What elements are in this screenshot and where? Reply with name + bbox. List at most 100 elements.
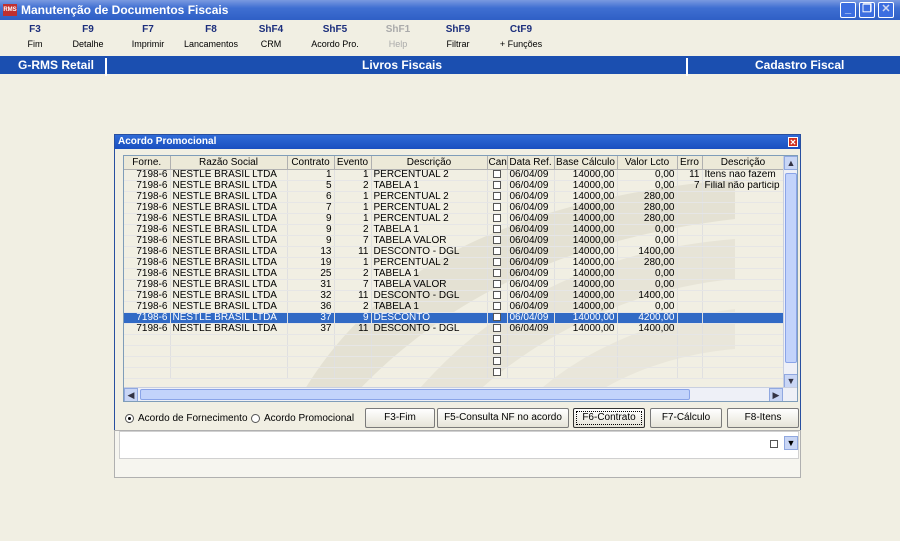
table-row[interactable]: 7198-6 NESTLE BRASIL LTDA 6 1 PERCENTUAL 2 06… <box>124 191 785 203</box>
checkbox-icon[interactable] <box>770 440 778 448</box>
table-cell <box>287 334 335 346</box>
checkbox-icon[interactable] <box>493 312 501 321</box>
vertical-scroll-thumb[interactable] <box>785 173 797 363</box>
table-cell: 2 <box>334 268 372 280</box>
checkbox-icon[interactable] <box>493 257 501 266</box>
toolbar-button-shf4[interactable]: ShF4 CRM <box>241 24 301 49</box>
radio-acordo-promocional[interactable]: Acordo Promocional <box>251 413 354 424</box>
checkbox-icon[interactable] <box>493 301 501 310</box>
checkbox-icon[interactable] <box>493 191 501 200</box>
table-cell: 7198-6 <box>124 312 171 324</box>
checkbox-icon[interactable] <box>493 279 501 288</box>
scroll-up-icon[interactable]: ▲ <box>784 156 797 170</box>
table-row[interactable]: 7198-6 NESTLE BRASIL LTDA 5 2 TABELA 1 06/04/… <box>124 180 785 192</box>
table-cell: 14000,00 <box>554 268 618 280</box>
table-cell: 7198-6 <box>124 169 171 181</box>
dialog-body: Forne. Razão Social Contrato Evento Descriçã… <box>115 149 800 430</box>
column-header[interactable]: Descrição <box>371 156 488 170</box>
toolbar-button-shf5[interactable]: ShF5 Acordo Pro. <box>305 24 365 49</box>
toolbar-key: F8 <box>205 24 217 35</box>
table-row[interactable]: 7198-6 NESTLE BRASIL LTDA 25 2 TABELA 1 06/04… <box>124 268 785 280</box>
checkbox-icon[interactable] <box>493 334 501 343</box>
table-cell <box>702 246 785 258</box>
column-header[interactable]: Can <box>487 156 508 170</box>
toolbar-button-f8[interactable]: F8 Lancamentos <box>181 24 241 49</box>
dialog-title: Acordo Promocional <box>118 136 217 147</box>
dialog-close-icon[interactable]: ✕ <box>788 137 798 147</box>
column-header[interactable]: Data Ref. <box>507 156 555 170</box>
scroll-down-icon[interactable]: ▼ <box>784 436 798 450</box>
column-header[interactable]: Base Cálculo <box>554 156 618 170</box>
table-row[interactable]: 7198-6 NESTLE BRASIL LTDA 37 9 DESCONTO 06/04… <box>124 312 785 324</box>
column-header[interactable]: Forne. <box>124 156 171 170</box>
table-row[interactable]: 7198-6 NESTLE BRASIL LTDA 31 7 TABELA VALOR 0… <box>124 279 785 291</box>
radio-unchecked-icon[interactable] <box>251 414 260 423</box>
column-header[interactable]: Contrato <box>287 156 335 170</box>
table-row[interactable]: 7198-6 NESTLE BRASIL LTDA 7 1 PERCENTUAL 2 06… <box>124 202 785 214</box>
table-cell: DESCONTO <box>371 312 488 324</box>
table-cell: 19 <box>287 257 335 269</box>
table-row[interactable]: 7198-6 NESTLE BRASIL LTDA 1 1 PERCENTUAL 2 06… <box>124 169 785 181</box>
table-row[interactable]: 7198-6 NESTLE BRASIL LTDA 32 11 DESCONTO - D… <box>124 290 785 302</box>
restore-icon[interactable]: ❐ <box>859 2 875 18</box>
checkbox-icon[interactable] <box>493 345 501 354</box>
column-header[interactable]: Razão Social <box>170 156 288 170</box>
checkbox-icon[interactable] <box>493 213 501 222</box>
table-row[interactable]: 7198-6 NESTLE BRASIL LTDA 19 1 PERCENTUAL 2 0… <box>124 257 785 269</box>
toolbar-label: Imprimir <box>131 39 165 49</box>
scroll-right-icon[interactable]: ▶ <box>769 388 783 401</box>
checkbox-icon[interactable] <box>493 356 501 365</box>
toolbar-button-f7[interactable]: F7 Imprimir <box>118 24 178 49</box>
acordo-table[interactable]: Forne. Razão Social Contrato Evento Descriçã… <box>123 155 798 402</box>
radio-checked-icon[interactable] <box>125 414 134 423</box>
table-cell: 37 <box>287 323 335 335</box>
column-header[interactable]: Erro <box>677 156 703 170</box>
vertical-scrollbar[interactable]: ▲ ▼ <box>783 156 797 388</box>
checkbox-icon[interactable] <box>493 202 501 211</box>
toolbar-button-ctf9[interactable]: CtF9 + Funções <box>491 24 551 49</box>
checkbox-icon[interactable] <box>493 268 501 277</box>
toolbar-button-f9[interactable]: F9 Detalhe <box>58 24 118 49</box>
table-row[interactable]: 7198-6 NESTLE BRASIL LTDA 9 7 TABELA VALOR 06… <box>124 235 785 247</box>
table-row[interactable]: 7198-6 NESTLE BRASIL LTDA 13 11 DESCONTO - D… <box>124 246 785 258</box>
close-icon[interactable]: ✕ <box>878 2 894 18</box>
scroll-down-icon[interactable]: ▼ <box>784 374 797 388</box>
horizontal-scroll-thumb[interactable] <box>140 389 690 400</box>
table-cell-can <box>487 191 508 203</box>
checkbox-icon[interactable] <box>493 224 501 233</box>
table-cell: NESTLE BRASIL LTDA <box>170 213 288 225</box>
table-cell <box>617 334 678 346</box>
table-row[interactable]: 7198-6 NESTLE BRASIL LTDA 37 11 DESCONTO - D… <box>124 323 785 335</box>
radio-acordo-fornecimento[interactable]: Acordo de Fornecimento <box>125 413 248 424</box>
checkbox-icon[interactable] <box>493 246 501 255</box>
table-cell <box>677 202 703 214</box>
checkbox-icon[interactable] <box>493 367 501 376</box>
toolbar-button-shf1[interactable]: ShF1 Help <box>368 24 428 49</box>
f3-fim-button[interactable]: F3-Fim <box>365 408 435 428</box>
scroll-left-icon[interactable]: ◀ <box>124 388 138 401</box>
f8-itens-button[interactable]: F8-Itens <box>727 408 799 428</box>
table-cell: 14000,00 <box>554 191 618 203</box>
toolbar-button-shf9[interactable]: ShF9 Filtrar <box>428 24 488 49</box>
checkbox-icon[interactable] <box>493 323 501 332</box>
checkbox-icon[interactable] <box>493 235 501 244</box>
f5-consulta-nf-button[interactable]: F5-Consulta NF no acordo <box>437 408 569 428</box>
table-row[interactable]: 7198-6 NESTLE BRASIL LTDA 9 1 PERCENTUAL 2 06… <box>124 213 785 225</box>
table-cell: 7198-6 <box>124 268 171 280</box>
column-header[interactable]: Valor Lcto <box>617 156 678 170</box>
checkbox-icon[interactable] <box>493 180 501 189</box>
toolbar-label: Help <box>388 39 408 49</box>
checkbox-icon[interactable] <box>493 290 501 299</box>
table-cell <box>702 213 785 225</box>
column-header[interactable]: Evento <box>334 156 372 170</box>
f7-calculo-button[interactable]: F7-Cálculo <box>650 408 722 428</box>
toolbar-label: Lancamentos <box>183 39 239 49</box>
column-header[interactable]: Descrição <box>702 156 785 170</box>
checkbox-icon[interactable] <box>493 169 501 178</box>
horizontal-scrollbar[interactable]: ◀ ▶ <box>124 387 797 401</box>
table-row[interactable]: 7198-6 NESTLE BRASIL LTDA 9 2 TABELA 1 06/04/… <box>124 224 785 236</box>
minimize-icon[interactable]: _ <box>840 2 856 18</box>
f6-contrato-button[interactable]: F6-Contrato <box>573 408 645 428</box>
toolbar-button-f3[interactable]: F3 Fim <box>5 24 65 49</box>
table-row[interactable]: 7198-6 NESTLE BRASIL LTDA 36 2 TABELA 1 06/04… <box>124 301 785 313</box>
